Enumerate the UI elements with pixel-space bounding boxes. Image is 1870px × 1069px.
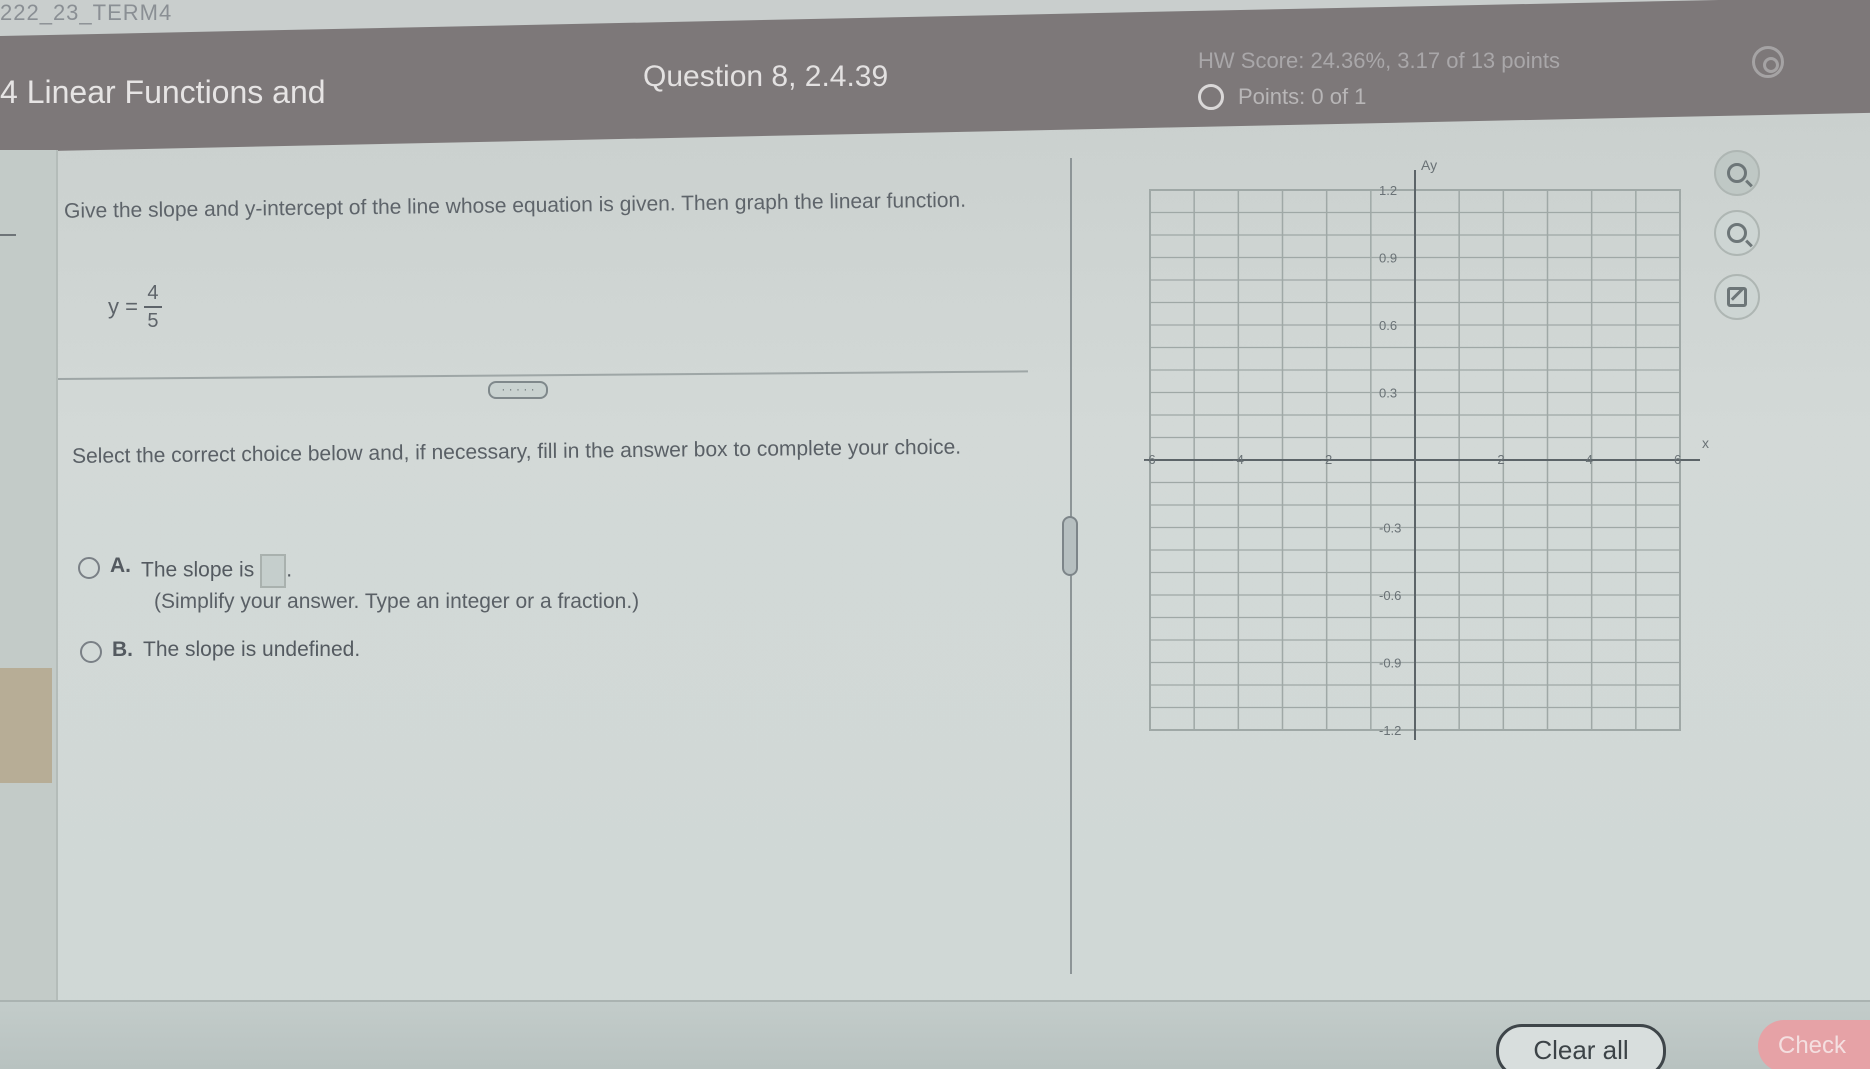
zoom-in-button[interactable]	[1714, 150, 1760, 196]
fraction-denominator: 5	[147, 310, 159, 332]
clear-all-button[interactable]: Clear all	[1496, 1024, 1666, 1069]
course-crumb: 222_23_TERM4	[0, 0, 173, 25]
edit-graph-button[interactable]	[1714, 274, 1760, 320]
panel-resize-handle[interactable]	[1062, 516, 1078, 576]
choice-b-letter: B.	[112, 638, 133, 661]
y-tick-label: 0.6	[1379, 318, 1397, 333]
choice-a-letter: A.	[110, 554, 131, 577]
question-label: Question 8, 2.4.39	[643, 60, 889, 93]
zoom-out-button[interactable]	[1714, 210, 1760, 256]
question-prompt: Give the slope and y-intercept of the li…	[63, 188, 967, 223]
choice-a[interactable]: A. The slope is.	[78, 554, 292, 588]
y-tick-label: -0.6	[1379, 588, 1401, 603]
y-tick-label: 0.3	[1379, 386, 1397, 401]
fraction-numerator: 4	[147, 282, 159, 304]
y-tick-label: -0.9	[1379, 656, 1401, 671]
choice-a-label: The slope is	[141, 558, 255, 582]
question-panel: Give the slope and y-intercept of the li…	[57, 150, 1070, 980]
choice-a-suffix: .	[286, 558, 293, 582]
choice-b[interactable]: B. The slope is undefined.	[80, 638, 360, 663]
x-tick-label: 6	[1674, 452, 1681, 467]
choice-b-radio[interactable]	[80, 641, 102, 663]
answer-hint: (Simplify your answer. Type an integer o…	[154, 590, 640, 613]
hw-score: HW Score: 24.36%, 3.17 of 13 points	[1198, 48, 1560, 73]
x-tick-label: 2	[1497, 452, 1504, 467]
y-tick-label: -0.3	[1379, 521, 1401, 536]
y-tick-label: -1.2	[1379, 723, 1401, 738]
expand-more-button[interactable]: · · · · ·	[488, 381, 548, 399]
choice-a-radio[interactable]	[78, 557, 100, 579]
module-title: 4 Linear Functions and	[0, 74, 326, 110]
x-tick-label: 4	[1586, 452, 1593, 467]
y-tick-label: 1.2	[1379, 183, 1397, 198]
points-row: Points: 0 of 1	[1198, 84, 1366, 110]
x-tick-label: -2	[1321, 452, 1333, 467]
section-divider	[57, 370, 1028, 380]
instructions: Select the correct choice below and, if …	[71, 435, 962, 468]
x-tick-label: -6	[1144, 452, 1156, 467]
equation-lhs: y =	[108, 294, 138, 319]
choice-a-text: The slope is.	[141, 554, 292, 588]
choice-b-text: The slope is undefined.	[143, 638, 361, 661]
zoom-in-icon	[1727, 163, 1747, 183]
settings-gear-icon[interactable]	[1752, 46, 1784, 78]
points-circle-icon	[1198, 84, 1224, 110]
x-tick-label: -4	[1232, 452, 1244, 467]
collapse-mark[interactable]	[0, 234, 16, 236]
points-text: Points: 0 of 1	[1238, 84, 1367, 109]
edit-icon	[1727, 287, 1747, 307]
y-axis-label: Ay	[1421, 157, 1437, 173]
x-axis-label: x	[1702, 435, 1709, 451]
graph-area[interactable]: Ay x 1.2 0.9 0.6 0.3 -0.3 -0.6 -0.9 -1.2 -6 -4 -2 2 4 6	[1140, 157, 1720, 740]
coordinate-grid[interactable]: Ay x 1.2 0.9 0.6 0.3 -0.3 -0.6 -0.9 -1.2 -6 -4 -2 2 4 6	[1140, 157, 1720, 740]
zoom-out-icon	[1727, 223, 1747, 243]
check-answer-button[interactable]: Check	[1758, 1020, 1870, 1069]
equation: y = 4 5	[108, 280, 162, 334]
equation-fraction: 4 5	[143, 280, 162, 334]
left-sidebar	[0, 150, 58, 1020]
y-tick-label: 0.9	[1379, 251, 1397, 266]
left-side-tab[interactable]	[0, 668, 52, 783]
slope-answer-input[interactable]	[260, 554, 287, 588]
